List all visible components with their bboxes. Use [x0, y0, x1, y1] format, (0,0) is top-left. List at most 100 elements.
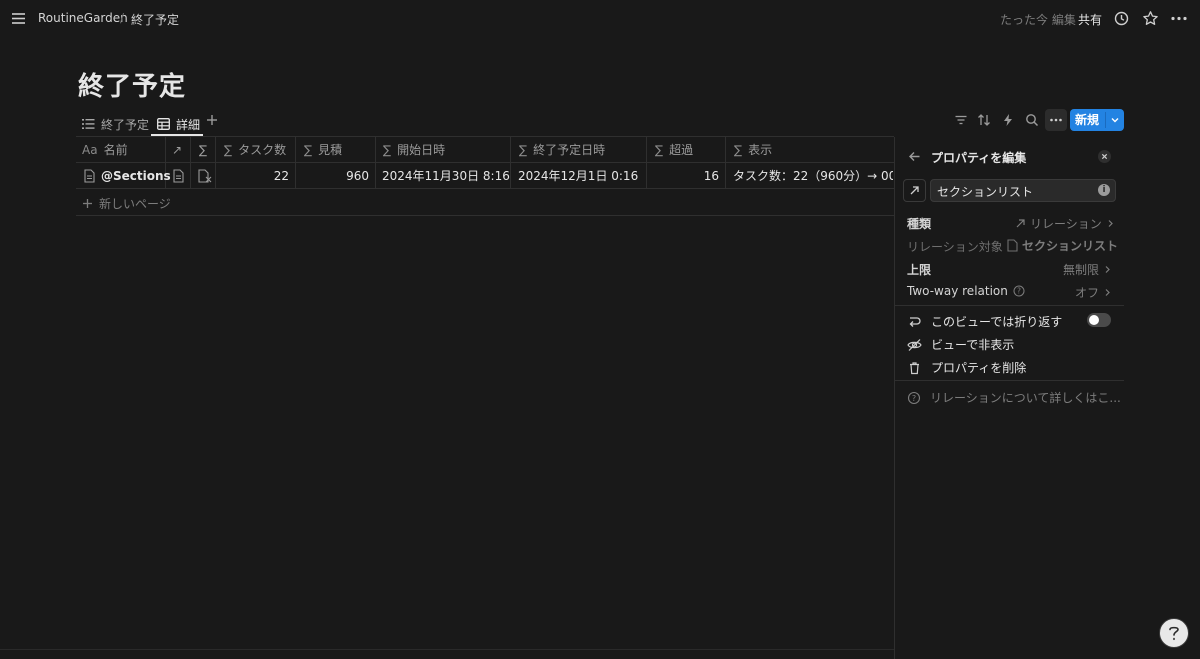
formula-sigma-icon: ∑ [304, 143, 313, 157]
relation-arrow-icon: ↗ [172, 143, 183, 157]
column-divider [375, 137, 376, 188]
wrap-in-view-row[interactable]: このビューでは折り返す [907, 313, 1062, 330]
tab-label: 詳細 [176, 117, 201, 132]
tab-list-view[interactable]: 終了予定 [82, 112, 149, 136]
trash-icon [910, 361, 919, 374]
estimate-cell[interactable]: 960 [296, 163, 369, 189]
breadcrumb-workspace[interactable]: RoutineGarden [38, 11, 128, 25]
column-divider [510, 137, 511, 188]
wrap-label: このビューでは折り返す [931, 315, 1063, 329]
more-options-icon[interactable] [1170, 11, 1188, 26]
relation-help-link[interactable]: ? リレーションについて詳しくはこ... [907, 389, 1121, 406]
bottom-divider [0, 649, 894, 650]
hide-label: ビューで非表示 [931, 338, 1015, 352]
wrap-toggle[interactable] [1087, 313, 1111, 327]
relation-target-name: セクションリスト [1022, 239, 1119, 253]
type-label: 種類 [907, 217, 932, 231]
overdue-cell[interactable]: 16 [647, 163, 719, 189]
column-header-rollup[interactable]: ∑ [199, 137, 207, 163]
sort-icon[interactable] [977, 113, 991, 127]
filter-icon[interactable] [954, 113, 968, 127]
column-header-estimate[interactable]: ∑ 見積 [304, 137, 342, 163]
two-way-relation-row: Two-way relation ? [907, 284, 1025, 298]
column-header-task-count[interactable]: ∑ タスク数 [224, 137, 286, 163]
plus-icon [83, 199, 92, 208]
column-header-label: 表示 [748, 143, 773, 157]
svg-text:?: ? [912, 393, 916, 402]
start-datetime-cell[interactable]: 2024年11月30日 8:16 [382, 163, 510, 189]
page-title: 終了予定 [78, 72, 187, 102]
property-type-icon-button[interactable] [903, 179, 926, 202]
chevron-right-icon [1108, 220, 1113, 227]
search-icon[interactable] [1025, 113, 1039, 127]
column-header-relation[interactable]: ↗ [172, 137, 182, 163]
breadcrumb-separator: / [120, 11, 125, 25]
task-count-cell[interactable]: 22 [216, 163, 289, 189]
help-circle-icon: ? [907, 391, 921, 404]
column-header-label: タスク数 [238, 143, 287, 157]
edited-status: たった今 編集 [1000, 13, 1076, 27]
column-header-label: 開始日時 [397, 143, 446, 157]
display-cell[interactable]: タスク数：22（960分）→ 00:1 [733, 163, 893, 189]
page-doc-icon [84, 169, 95, 183]
column-header-label: 名前 [103, 143, 128, 157]
column-header-end[interactable]: ∑ 終了予定日時 [519, 137, 605, 163]
share-button[interactable]: 共有 [1078, 11, 1102, 28]
limit-label: 上限 [907, 263, 932, 277]
column-header-label: 見積 [318, 143, 343, 157]
svg-text:?: ? [1017, 287, 1021, 296]
history-clock-icon[interactable] [1114, 11, 1129, 26]
hide-in-view-row[interactable]: ビューで非表示 [907, 336, 1014, 353]
automation-bolt-icon[interactable] [1001, 113, 1015, 127]
formula-sigma-icon: ∑ [734, 143, 743, 157]
close-icon[interactable] [1098, 150, 1111, 163]
related-page-icon[interactable] [173, 169, 184, 183]
new-button[interactable]: 新規 [1070, 109, 1124, 131]
property-name-input[interactable]: セクションリスト i [930, 179, 1116, 202]
type-selector[interactable]: リレーション [1015, 215, 1115, 232]
end-datetime-cell[interactable]: 2024年12月1日 0:16 [518, 163, 638, 189]
back-arrow-icon[interactable] [908, 150, 921, 163]
two-way-value: オフ [1075, 286, 1100, 300]
text-type-icon: Aa [82, 143, 98, 157]
table-icon [157, 118, 170, 130]
help-circle-icon: ? [1013, 285, 1025, 297]
table-bottom-border [76, 215, 894, 216]
more-horizontal-icon [1050, 118, 1062, 122]
column-header-display[interactable]: ∑ 表示 [734, 137, 772, 163]
help-question-icon [1169, 626, 1179, 641]
row-name-cell[interactable]: @Sections [101, 163, 171, 189]
delete-property-row[interactable]: プロパティを削除 [907, 359, 1026, 376]
two-way-selector[interactable]: オフ [1075, 284, 1112, 301]
new-button-divider [1105, 112, 1106, 128]
relation-help-label: リレーションについて詳しくはこ... [930, 391, 1121, 405]
column-divider [190, 137, 191, 188]
type-value: リレーション [1030, 217, 1102, 231]
two-way-label: Two-way relation [907, 284, 1008, 298]
new-button-label[interactable]: 新規 [1070, 109, 1104, 131]
limit-value: 無制限 [1063, 263, 1100, 277]
tab-label: 終了予定 [101, 117, 150, 132]
menu-icon[interactable] [10, 11, 27, 26]
info-icon[interactable]: i [1098, 184, 1110, 196]
chevron-right-icon [1105, 266, 1110, 273]
column-header-label: 超過 [669, 143, 694, 157]
formula-sigma-icon: ∑ [519, 143, 528, 157]
column-header-name[interactable]: Aa 名前 [82, 137, 128, 163]
view-more-button[interactable] [1045, 109, 1067, 131]
add-view-plus-icon[interactable] [205, 113, 219, 127]
favorite-star-icon[interactable] [1142, 10, 1159, 27]
tab-table-view[interactable]: 詳細 [157, 112, 200, 136]
property-name-value: セクションリスト [937, 185, 1034, 199]
help-button[interactable] [1159, 618, 1189, 648]
breadcrumb-page[interactable]: 終了予定 [131, 11, 179, 28]
formula-sigma-icon: ∑ [224, 143, 233, 157]
new-page-row[interactable]: 新しいページ [82, 195, 171, 212]
column-header-overdue[interactable]: ∑ 超過 [655, 137, 693, 163]
eye-hidden-icon [907, 338, 922, 351]
relation-target-label: リレーション対象 [907, 240, 1003, 254]
column-header-start[interactable]: ∑ 開始日時 [383, 137, 445, 163]
chevron-down-icon[interactable] [1109, 114, 1121, 126]
column-divider [725, 137, 726, 188]
limit-selector[interactable]: 無制限 [1063, 261, 1112, 278]
